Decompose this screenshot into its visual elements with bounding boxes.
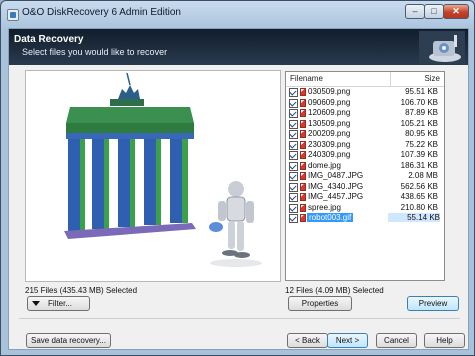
file-checkbox[interactable] <box>289 161 298 171</box>
image-file-icon <box>300 109 306 117</box>
file-size: 438.65 KB <box>400 192 438 201</box>
file-checkbox[interactable] <box>289 151 298 160</box>
file-checkbox[interactable] <box>289 172 298 181</box>
image-file-icon <box>300 203 306 212</box>
image-file-icon <box>300 98 306 107</box>
image-file-icon <box>300 130 306 138</box>
dropdown-arrow-icon <box>32 301 40 307</box>
image-file-icon <box>300 88 306 96</box>
close-button[interactable]: ✕ <box>443 4 469 19</box>
file-size: 95.51 KB <box>405 87 438 96</box>
properties-button[interactable]: Properties <box>288 296 352 311</box>
file-checkbox[interactable] <box>289 119 298 129</box>
column-divider[interactable] <box>390 72 391 86</box>
file-size: 80.95 KB <box>405 129 438 138</box>
file-size: 105.21 KB <box>400 118 438 128</box>
file-checkbox[interactable] <box>289 140 298 150</box>
file-name: 030509.png <box>308 87 351 96</box>
image-file-icon <box>300 151 306 159</box>
image-file-icon <box>300 140 306 149</box>
title-bar[interactable]: O&O DiskRecovery 6 Admin Edition – □ ✕ <box>1 1 474 27</box>
file-size: 2.08 MB <box>408 171 438 180</box>
header-logo-image <box>419 31 465 64</box>
preview-button[interactable]: Preview <box>407 296 459 311</box>
window-title: O&O DiskRecovery 6 Admin Edition <box>22 7 181 18</box>
file-list[interactable]: Filename Size 030509.png 95.51 KB 090609.… <box>285 71 445 281</box>
file-checkbox[interactable] <box>289 193 298 202</box>
file-checkbox[interactable] <box>289 130 298 139</box>
image-file-icon <box>300 119 306 128</box>
wizard-header: Data Recovery Select files you would lik… <box>9 29 468 65</box>
file-name: 090609.png <box>308 97 351 107</box>
footer-divider <box>19 318 460 319</box>
help-button[interactable]: Help <box>424 333 465 348</box>
file-row[interactable]: 120609.png 87.89 KB <box>286 108 444 119</box>
image-file-icon <box>300 182 306 191</box>
file-row[interactable]: 240309.png 107.39 KB <box>286 150 444 161</box>
file-checkbox[interactable] <box>289 182 298 192</box>
file-name: 200209.png <box>308 129 351 138</box>
back-button[interactable]: < Back <box>287 333 328 348</box>
selected-files-status: 12 Files (4.09 MB) Selected <box>285 286 384 295</box>
image-file-icon <box>300 172 306 180</box>
file-row[interactable]: 200209.png 80.95 KB <box>286 129 444 140</box>
file-size: 75.22 KB <box>405 139 438 149</box>
file-checkbox[interactable] <box>289 214 298 223</box>
file-name: spree.jpg <box>308 202 341 212</box>
file-checkbox[interactable] <box>289 88 298 97</box>
file-row[interactable]: spree.jpg 210.80 KB <box>286 203 444 214</box>
file-row[interactable]: dome.jpg 186.31 KB <box>286 161 444 172</box>
image-file-icon <box>300 161 306 170</box>
file-size: 562.56 KB <box>400 181 438 191</box>
dialog-client-area: Data Recovery Select files you would lik… <box>8 28 469 350</box>
file-size: 55.14 KB <box>388 213 440 222</box>
file-checkbox[interactable] <box>289 109 298 118</box>
file-size: 107.39 KB <box>400 150 438 159</box>
file-row[interactable]: IMG_4457.JPG 438.65 KB <box>286 192 444 203</box>
file-row[interactable]: 030509.png 95.51 KB <box>286 87 444 98</box>
header-title: Data Recovery <box>14 34 84 45</box>
file-checkbox[interactable] <box>289 98 298 108</box>
file-size: 87.89 KB <box>405 108 438 117</box>
file-name: IMG_4340.JPG <box>308 181 364 191</box>
file-size: 210.80 KB <box>400 202 438 212</box>
file-name: IMG_0487.JPG <box>308 171 364 180</box>
file-row[interactable]: 130509.png 105.21 KB <box>286 119 444 130</box>
image-file-icon <box>300 214 306 222</box>
file-row[interactable]: IMG_0487.JPG 2.08 MB <box>286 171 444 182</box>
filter-button[interactable]: Filter... <box>27 296 90 311</box>
header-subtitle: Select files you would like to recover <box>22 47 168 57</box>
column-header-size[interactable]: Size <box>424 74 440 83</box>
file-name: 230309.png <box>308 139 351 149</box>
file-row[interactable]: 090609.png 106.70 KB <box>286 98 444 109</box>
file-name: IMG_4457.JPG <box>308 192 364 201</box>
file-name: robot003.gif <box>307 213 354 222</box>
file-size: 106.70 KB <box>400 97 438 107</box>
file-name: 240309.png <box>308 150 351 159</box>
column-header-filename[interactable]: Filename <box>290 74 323 83</box>
file-row[interactable]: IMG_4340.JPG 562.56 KB <box>286 182 444 193</box>
file-row[interactable]: 230309.png 75.22 KB <box>286 140 444 151</box>
preview-image <box>26 71 280 281</box>
file-checkbox[interactable] <box>289 203 298 213</box>
image-file-icon <box>300 193 306 201</box>
save-recovery-button[interactable]: Save data recovery... <box>26 333 111 348</box>
file-row-selected[interactable]: robot003.gif 55.14 KB <box>286 213 444 224</box>
file-list-header: Filename Size <box>286 72 444 87</box>
file-name: 120609.png <box>308 108 351 117</box>
file-name: 130509.png <box>308 118 351 128</box>
file-name: dome.jpg <box>308 160 341 170</box>
maximize-button[interactable]: □ <box>424 4 444 19</box>
app-icon[interactable] <box>7 9 19 21</box>
minimize-button[interactable]: – <box>405 4 425 19</box>
cancel-button[interactable]: Cancel <box>376 333 417 348</box>
file-preview-pane <box>25 70 281 282</box>
total-files-status: 215 Files (435.43 MB) Selected <box>25 286 138 295</box>
file-size: 186.31 KB <box>400 160 438 170</box>
filter-button-label: Filter... <box>48 299 73 308</box>
next-button[interactable]: Next > <box>327 333 368 348</box>
app-window: O&O DiskRecovery 6 Admin Edition – □ ✕ D… <box>0 0 475 356</box>
